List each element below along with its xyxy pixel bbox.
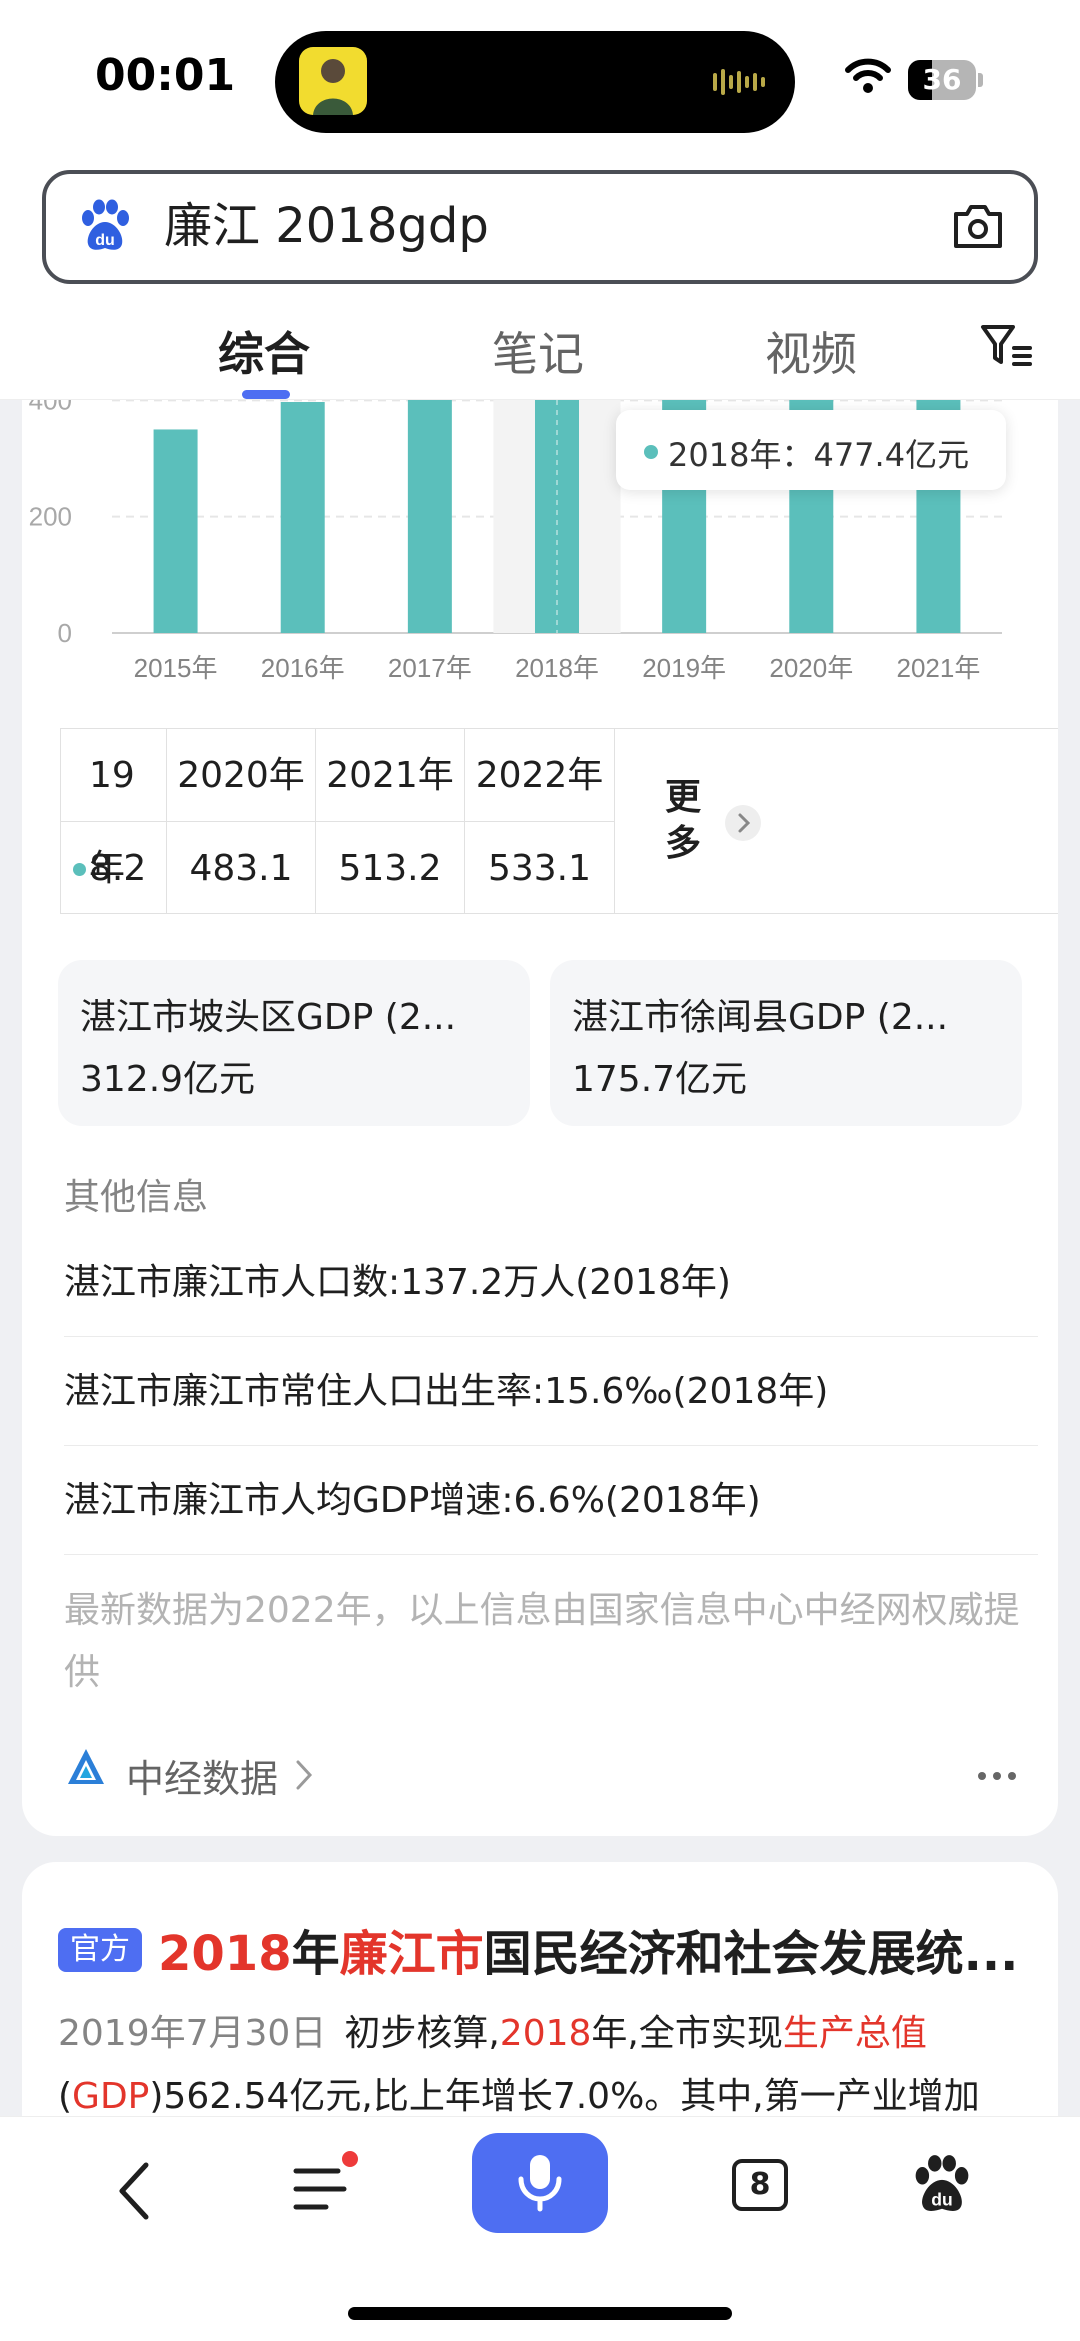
chevron-right-icon[interactable] [294,1758,314,1792]
table-header: 2021年 [316,729,464,822]
table-cell: 513.2 [338,848,442,889]
related-card-value: 312.9亿元 [80,1059,256,1100]
table-column: 19年 8.2 [61,729,167,913]
result-snippet: 2019年7月30日 初步核算,2018年,全市实现生产总值 (GDP)562.54… [58,2013,980,2117]
svg-text:du: du [95,232,115,249]
table-cell: 483.1 [189,848,293,889]
y-tick-label: 0 [58,618,72,648]
title-part: 年 [291,1926,340,1982]
audio-wave-icon [713,69,765,95]
tab-video[interactable]: 视频 [765,318,857,384]
active-tab-indicator [242,390,290,399]
table-column: 2021年 513.2 [316,729,465,913]
camera-icon[interactable] [950,198,1006,254]
baidu-home-icon[interactable]: du [912,2153,972,2215]
table-cell: 533.1 [487,848,592,889]
result-date: 2019年7月30日 [58,2013,327,2054]
gdp-table[interactable]: 19年 8.2 2020年 483.1 2021年 513.2 2022年 53… [60,728,1058,914]
table-header: 2020年 [167,729,315,822]
x-tick-label: 2019年 [642,653,726,683]
bar [280,402,325,633]
notification-dot [340,2149,360,2169]
battery-icon: 36 [908,60,983,100]
related-card-xuwen[interactable]: 湛江市徐闻县GDP (2... 175.7亿元 [550,960,1022,1126]
gdp-card: 400 200 0 2015年 2016年 2017年 2018年 2019年 2020年 202… [22,400,1058,1836]
table-column: 2022年 533.1 [465,729,615,913]
related-card-value: 175.7亿元 [572,1059,748,1100]
table-header: 19年 [61,729,166,889]
x-tick-label: 2017年 [388,653,472,683]
chevron-right-icon [725,805,761,841]
official-badge: 官方 [58,1928,142,1972]
table-column: 2020年 483.1 [167,729,316,913]
back-icon[interactable] [114,2159,154,2223]
tabs-count-icon[interactable]: 8 [732,2159,788,2211]
bar [407,400,452,633]
now-playing-avatar [299,47,367,115]
bottom-toolbar: 8 du [0,2116,1080,2341]
more-label: 更多 [665,777,702,864]
x-tick-label: 2018年 [515,653,599,683]
status-bar: 00:01 36 [0,0,1080,160]
home-indicator [348,2307,732,2320]
baidu-paw-icon: du [82,199,129,250]
x-tick-label: 2020年 [769,653,853,683]
x-tick-label: 2015年 [134,653,218,683]
title-part: 2018 [158,1926,292,1982]
source-link[interactable]: 中经数据 [126,1748,278,1803]
svg-text:du: du [931,2190,952,2210]
related-card-title: 湛江市坡头区GDP (2... [80,997,457,1038]
data-source-note: 最新数据为2022年，以上信息由国家信息中心中经网权威提供 [64,1590,1020,1693]
chart-tooltip: 2018年：477.4亿元 [616,410,1006,490]
more-options-icon[interactable] [977,1770,1017,1782]
voice-search-button[interactable] [472,2133,608,2233]
table-header: 2022年 [465,729,614,822]
info-row-birth-rate[interactable]: 湛江市廉江市常住人口出生率:15.6‰(2018年) [64,1337,1038,1446]
filter-icon[interactable] [980,322,1032,370]
bar [153,429,198,633]
related-card-potou[interactable]: 湛江市坡头区GDP (2... 312.9亿元 [58,960,530,1126]
wifi-icon [845,58,891,93]
search-bar: du 廉江 2018gdp [0,160,1080,298]
search-query-text[interactable]: 廉江 2018gdp [164,196,489,256]
source-logo-icon [68,1749,104,1784]
table-more-button[interactable]: 更多 [615,729,803,913]
tab-notes[interactable]: 笔记 [492,318,584,384]
title-part: 国民经济和社会发展统... [483,1926,1019,1982]
info-row-population[interactable]: 湛江市廉江市人口数:137.2万人(2018年) [64,1228,1038,1337]
status-time: 00:01 [95,50,236,101]
dynamic-island[interactable] [275,31,795,133]
tooltip-dot [644,445,658,459]
y-tick-label: 400 [29,400,72,415]
related-card-title: 湛江市徐闻县GDP (2... [572,997,949,1038]
series-dot [73,863,86,876]
microphone-icon [518,2155,562,2212]
x-tick-label: 2016年 [261,653,345,683]
search-input[interactable]: du 廉江 2018gdp [42,170,1038,284]
tooltip-text: 2018年：477.4亿元 [668,436,970,474]
info-row-gdp-growth[interactable]: 湛江市廉江市人均GDP增速:6.6%(2018年) [64,1446,1038,1555]
tab-all[interactable]: 综合 [218,318,310,384]
menu-icon[interactable] [292,2163,348,2215]
title-part: 廉江市 [339,1926,484,1982]
result-title-link[interactable]: 2018年廉江市国民经济和社会发展统... [158,1914,1048,1984]
y-tick-label: 200 [29,502,72,532]
other-info-heading: 其他信息 [64,1177,209,1218]
x-tick-label: 2021年 [897,653,981,683]
result-tabs: 综合 笔记 视频 [0,298,1080,400]
